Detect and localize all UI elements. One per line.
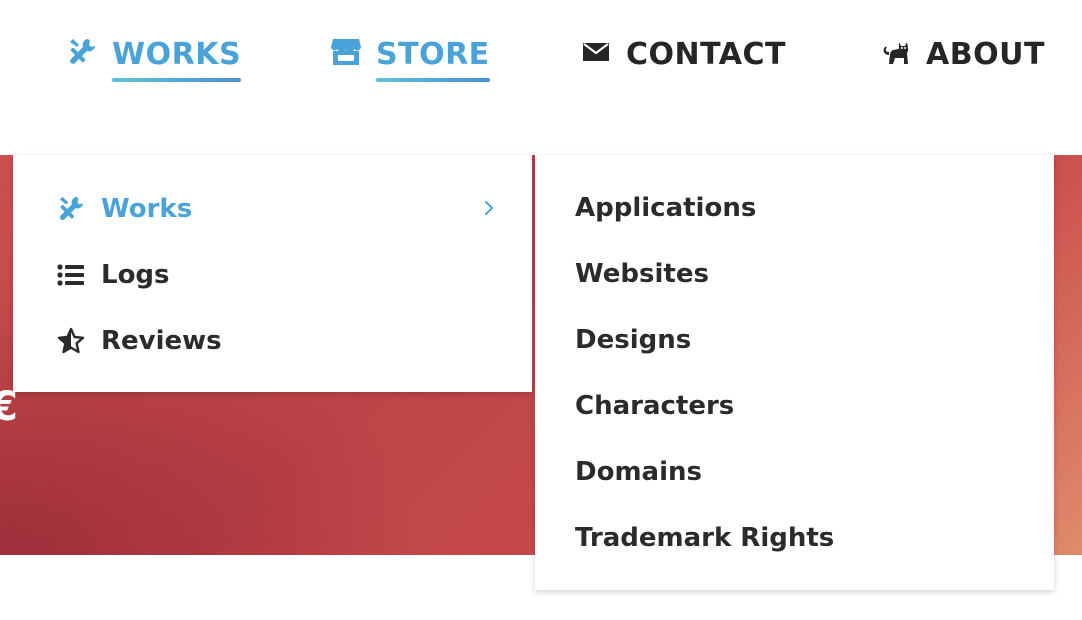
hero-partial-glyph: €	[0, 384, 18, 430]
nav-works-label: WORKS	[112, 34, 242, 82]
submenu-item-websites[interactable]: Websites	[575, 257, 709, 291]
submenu-item-designs[interactable]: Designs	[575, 323, 691, 357]
submenu-item-applications[interactable]: Applications	[575, 191, 756, 225]
menu-item-logs-label: Logs	[101, 260, 170, 290]
menu-item-reviews[interactable]: Reviews	[55, 321, 222, 361]
nav-contact-label: CONTACT	[626, 37, 786, 72]
dropdown-primary-panel: Works Logs Reviews	[13, 155, 532, 392]
nav-store-label: STORE	[376, 34, 490, 82]
tools-icon	[55, 193, 87, 225]
menu-item-works-label: Works	[101, 194, 193, 224]
nav-works[interactable]: WORKS	[66, 34, 242, 90]
menu-item-logs[interactable]: Logs	[55, 255, 170, 295]
store-icon	[330, 34, 362, 70]
envelope-icon	[580, 34, 612, 70]
nav-about[interactable]: ABOUT	[880, 34, 1045, 90]
submenu-item-characters[interactable]: Characters	[575, 389, 734, 423]
cat-icon	[880, 34, 912, 70]
nav-store[interactable]: STORE	[330, 34, 490, 90]
nav-contact[interactable]: CONTACT	[580, 34, 786, 90]
star-half-icon	[55, 325, 87, 357]
nav-about-label: ABOUT	[926, 37, 1045, 72]
dropdown-submenu-panel: Applications Websites Designs Characters…	[535, 155, 1054, 590]
chevron-right-icon	[480, 197, 498, 219]
submenu-item-trademark-rights[interactable]: Trademark Rights	[575, 521, 834, 555]
menu-item-works[interactable]: Works	[55, 189, 495, 229]
tools-icon	[66, 34, 98, 70]
submenu-item-domains[interactable]: Domains	[575, 455, 702, 489]
top-navigation: WORKS STORE CONTACT ABOUT	[0, 0, 1082, 112]
menu-item-reviews-label: Reviews	[101, 326, 222, 356]
list-icon	[55, 259, 87, 291]
